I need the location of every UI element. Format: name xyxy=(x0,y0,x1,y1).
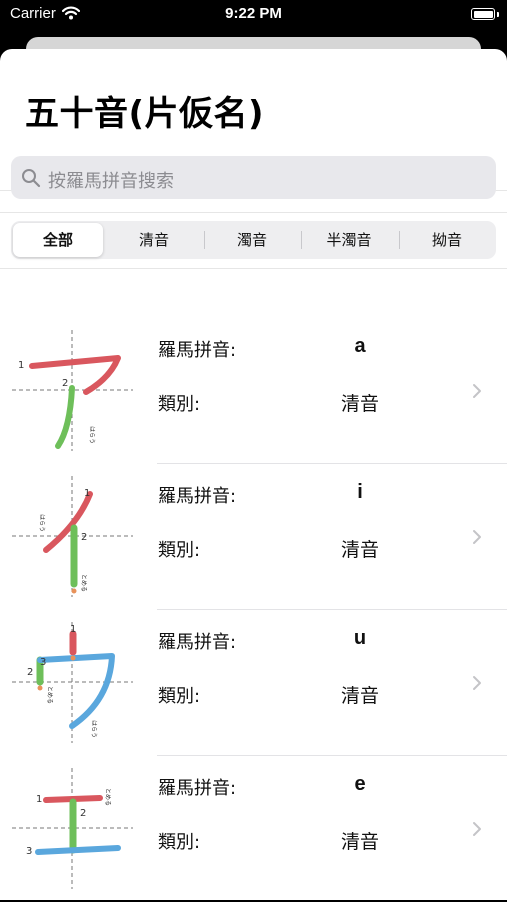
battery-cap xyxy=(497,12,499,17)
romaji-value: u xyxy=(353,627,367,649)
stroke-note: とめる xyxy=(46,686,53,704)
stroke-number: 2 xyxy=(27,667,33,678)
romaji-value: e xyxy=(354,773,366,795)
stroke-number: 1 xyxy=(18,360,24,371)
chevron-right-icon xyxy=(473,676,481,690)
kana-stroke-diagram: 1 2 3 とめる はらう xyxy=(12,622,133,743)
kana-stroke-diagram: 1 2 3 とめる xyxy=(12,768,133,889)
category-segmented-control[interactable]: 全部 清音 濁音 半濁音 拗音 xyxy=(11,221,496,259)
search-bar[interactable]: 按羅馬拼音搜索 xyxy=(11,156,496,199)
page-title: 五十音(片仮名) xyxy=(25,94,265,134)
romaji-value: i xyxy=(357,481,363,503)
category-value: 清音 xyxy=(340,539,379,561)
kana-stroke-diagram: 1 2 はらう とめる xyxy=(12,476,133,597)
segment-seion[interactable]: 清音 xyxy=(107,223,201,257)
stroke-number: 1 xyxy=(84,488,90,499)
kana-row-i[interactable]: 1 2 はらう とめる 羅馬拼音: i 類別: 清音 xyxy=(0,464,507,610)
kana-row-e[interactable]: 1 2 3 とめる 羅馬拼音: e 類別: 清音 xyxy=(0,756,507,902)
search-icon xyxy=(21,168,41,192)
romaji-label: 羅馬拼音: xyxy=(158,486,237,507)
romaji-label: 羅馬拼音: xyxy=(158,778,237,799)
kana-stroke-diagram: 1 2 はらう xyxy=(12,330,133,451)
kana-row-u[interactable]: 1 2 3 とめる はらう 羅馬拼音: u 類別: 清音 xyxy=(0,610,507,756)
kana-row-a[interactable]: 1 2 はらう 羅馬拼音: a 類別: 清音 xyxy=(0,318,507,464)
stroke-number: 2 xyxy=(81,532,87,543)
category-value: 清音 xyxy=(340,831,379,853)
stroke-number: 2 xyxy=(80,808,86,819)
divider xyxy=(0,212,507,213)
stroke-note: とめる xyxy=(80,574,87,592)
segment-handakuon[interactable]: 半濁音 xyxy=(302,223,396,257)
stroke-note: はらう xyxy=(88,426,95,444)
chevron-right-icon xyxy=(473,822,481,836)
divider xyxy=(0,268,507,269)
stroke-number: 1 xyxy=(36,794,42,805)
chevron-right-icon xyxy=(473,530,481,544)
category-label: 類別: xyxy=(158,394,201,415)
romaji-value: a xyxy=(354,335,366,357)
stroke-note: はらう xyxy=(38,514,45,532)
segment-dakuon[interactable]: 濁音 xyxy=(205,223,299,257)
chevron-right-icon xyxy=(473,384,481,398)
stroke-note: とめる xyxy=(104,788,111,806)
category-value: 清音 xyxy=(340,393,379,415)
search-input[interactable]: 按羅馬拼音搜索 xyxy=(48,167,174,193)
romaji-label: 羅馬拼音: xyxy=(158,340,237,361)
stroke-number: 3 xyxy=(26,846,32,857)
stroke-number: 1 xyxy=(70,624,76,635)
stroke-note: はらう xyxy=(90,720,97,738)
segment-all[interactable]: 全部 xyxy=(13,223,103,257)
stroke-number: 3 xyxy=(40,657,46,668)
segment-youon[interactable]: 拗音 xyxy=(400,223,494,257)
category-label: 類別: xyxy=(158,832,201,853)
category-value: 清音 xyxy=(340,685,379,707)
stroke-number: 2 xyxy=(62,378,68,389)
category-label: 類別: xyxy=(158,686,201,707)
battery-icon xyxy=(471,8,495,20)
status-bar: Carrier 9:22 PM xyxy=(0,0,507,30)
category-label: 類別: xyxy=(158,540,201,561)
clock: 9:22 PM xyxy=(225,5,282,22)
romaji-label: 羅馬拼音: xyxy=(158,632,237,653)
